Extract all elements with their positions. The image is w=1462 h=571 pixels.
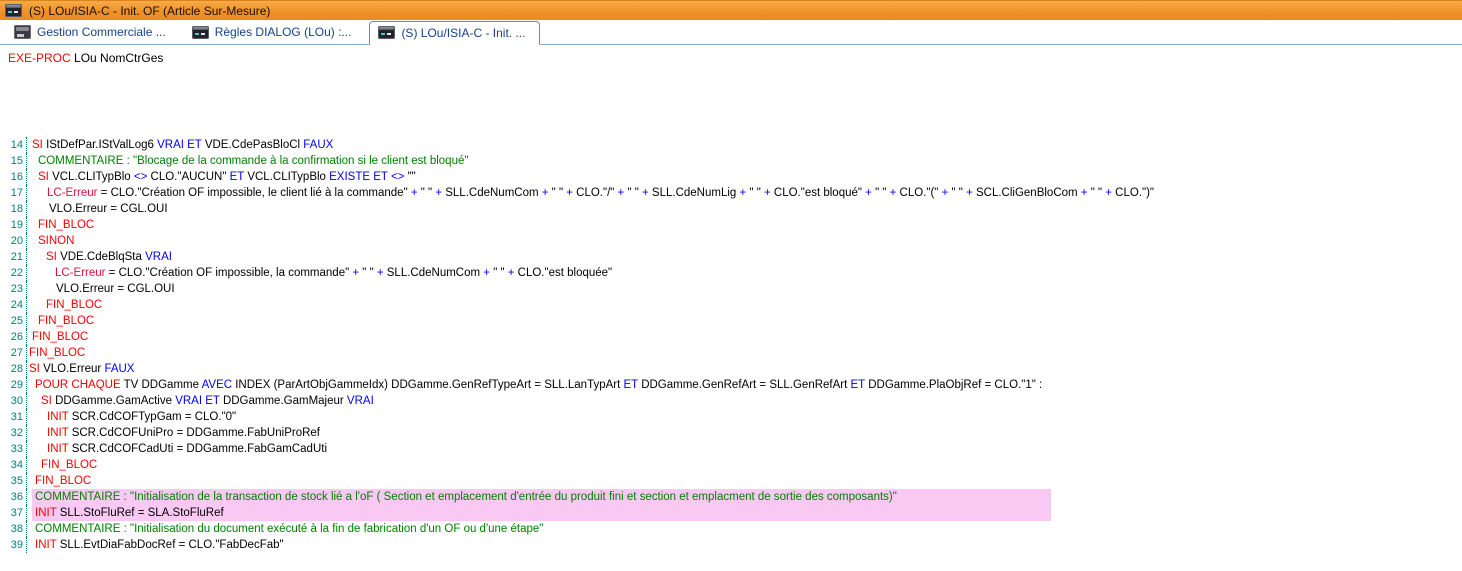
- tab-lou-isia-c-active[interactable]: (S) LOu/ISIA-C - Init. ...: [369, 21, 540, 45]
- code-line-35[interactable]: 35FIN_BLOC: [0, 473, 1462, 489]
- code-line-19[interactable]: 19FIN_BLOC: [0, 217, 1462, 233]
- code-line-26[interactable]: 26FIN_BLOC: [0, 329, 1462, 345]
- code-line-24[interactable]: 24FIN_BLOC: [0, 297, 1462, 313]
- line-number: 29: [0, 377, 27, 393]
- exe-proc-keyword: EXE-PROC: [8, 51, 71, 65]
- code-line-text: SINON: [27, 233, 74, 249]
- code-line-20[interactable]: 20SINON: [0, 233, 1462, 249]
- code-line-30[interactable]: 30SI DDGamme.GamActive VRAI ET DDGamme.G…: [0, 393, 1462, 409]
- procedure-name: LOu NomCtrGes: [71, 51, 164, 65]
- line-number: 28: [0, 361, 27, 377]
- line-number: 33: [0, 441, 27, 457]
- code-line-14[interactable]: 14SI IStDefPar.IStValLog6 VRAI ET VDE.Cd…: [0, 137, 1462, 153]
- line-number: 39: [0, 537, 27, 553]
- code-line-34[interactable]: 34FIN_BLOC: [0, 457, 1462, 473]
- code-line-28[interactable]: 28SI VLO.Erreur FAUX: [0, 361, 1462, 377]
- code-line-text: LC-Erreur = CLO."Création OF impossible,…: [27, 185, 1154, 201]
- line-number: 26: [0, 329, 27, 345]
- code-line-text: COMMENTAIRE : "Blocage de la commande à …: [27, 153, 468, 169]
- tab-bar: Gestion Commerciale ... Règles DIALOG (L…: [0, 20, 1462, 45]
- tab-regles-dialog[interactable]: Règles DIALOG (LOu) :...: [184, 21, 366, 44]
- code-line-text: SI VLO.Erreur FAUX: [27, 361, 134, 377]
- code-lines: 14SI IStDefPar.IStValLog6 VRAI ET VDE.Cd…: [0, 137, 1462, 553]
- line-number: 16: [0, 169, 27, 185]
- code-line-32[interactable]: 32INIT SCR.CdCOFUniPro = DDGamme.FabUniP…: [0, 425, 1462, 441]
- tab-gestion-commerciale[interactable]: Gestion Commerciale ...: [6, 21, 180, 44]
- line-number: 21: [0, 249, 27, 265]
- tab-label: Règles DIALOG (LOu) :...: [215, 25, 352, 39]
- code-line-text: FIN_BLOC: [27, 329, 88, 345]
- code-line-36[interactable]: 36COMMENTAIRE : "Initialisation de la tr…: [0, 489, 1462, 505]
- line-number: 18: [0, 201, 27, 217]
- code-line-15[interactable]: 15COMMENTAIRE : "Blocage de la commande …: [0, 153, 1462, 169]
- code-line-text: FIN_BLOC: [27, 473, 91, 489]
- code-line-21[interactable]: 21SI VDE.CdeBlqSta VRAI: [0, 249, 1462, 265]
- tab-label: (S) LOu/ISIA-C - Init. ...: [401, 26, 525, 40]
- code-editor[interactable]: 14SI IStDefPar.IStValLog6 VRAI ET VDE.Cd…: [0, 137, 1462, 553]
- code-line-33[interactable]: 33INIT SCR.CdCOFCadUti = DDGamme.FabGamC…: [0, 441, 1462, 457]
- code-line-text: INIT SCR.CdCOFCadUti = DDGamme.FabGamCad…: [27, 441, 327, 457]
- code-line-text: INIT SLL.StoFluRef = SLA.StoFluRef: [27, 505, 224, 521]
- code-line-text: FIN_BLOC: [27, 297, 102, 313]
- tab-label: Gestion Commerciale ...: [37, 25, 166, 39]
- code-line-text: LC-Erreur = CLO."Création OF impossible,…: [27, 265, 612, 281]
- window-titlebar[interactable]: (S) LOu/ISIA-C - Init. OF (Article Sur-M…: [0, 0, 1462, 20]
- terminal-icon: [192, 26, 209, 39]
- code-line-text: SI VDE.CdeBlqSta VRAI: [27, 249, 172, 265]
- code-line-text: VLO.Erreur = CGL.OUI: [27, 201, 168, 217]
- code-line-text: FIN_BLOC: [27, 345, 85, 361]
- code-line-22[interactable]: 22LC-Erreur = CLO."Création OF impossibl…: [0, 265, 1462, 281]
- printer-icon: [14, 25, 31, 39]
- line-number: 24: [0, 297, 27, 313]
- code-line-29[interactable]: 29POUR CHAQUE TV DDGamme AVEC INDEX (Par…: [0, 377, 1462, 393]
- line-number: 31: [0, 409, 27, 425]
- line-number: 30: [0, 393, 27, 409]
- line-number: 37: [0, 505, 27, 521]
- code-line-25[interactable]: 25FIN_BLOC: [0, 313, 1462, 329]
- code-line-31[interactable]: 31INIT SCR.CdCOFTypGam = CLO."0": [0, 409, 1462, 425]
- window-title: (S) LOu/ISIA-C - Init. OF (Article Sur-M…: [29, 4, 270, 18]
- code-line-text: FIN_BLOC: [27, 457, 97, 473]
- line-number: 17: [0, 185, 27, 201]
- code-line-text: SI IStDefPar.IStValLog6 VRAI ET VDE.CdeP…: [27, 137, 333, 153]
- line-number: 20: [0, 233, 27, 249]
- code-line-text: INIT SCR.CdCOFTypGam = CLO."0": [27, 409, 236, 425]
- line-number: 22: [0, 265, 27, 281]
- code-line-text: POUR CHAQUE TV DDGamme AVEC INDEX (ParAr…: [27, 377, 1042, 393]
- code-line-37[interactable]: 37INIT SLL.StoFluRef = SLA.StoFluRef: [0, 505, 1462, 521]
- line-number: 27: [0, 345, 27, 361]
- terminal-icon: [5, 4, 22, 17]
- line-number: 35: [0, 473, 27, 489]
- line-number: 38: [0, 521, 27, 537]
- code-line-17[interactable]: 17LC-Erreur = CLO."Création OF impossibl…: [0, 185, 1462, 201]
- line-number: 14: [0, 137, 27, 153]
- code-line-18[interactable]: 18VLO.Erreur = CGL.OUI: [0, 201, 1462, 217]
- code-line-text: VLO.Erreur = CGL.OUI: [27, 281, 175, 297]
- code-line-text: COMMENTAIRE : "Initialisation de la tran…: [27, 489, 897, 505]
- code-line-text: FIN_BLOC: [27, 217, 94, 233]
- line-number: 25: [0, 313, 27, 329]
- code-line-text: COMMENTAIRE : "Initialisation du documen…: [27, 521, 543, 537]
- terminal-icon: [378, 26, 395, 39]
- code-line-text: INIT SCR.CdCOFUniPro = DDGamme.FabUniPro…: [27, 425, 320, 441]
- line-number: 36: [0, 489, 27, 505]
- line-number: 32: [0, 425, 27, 441]
- code-line-39[interactable]: 39INIT SLL.EvtDiaFabDocRef = CLO."FabDec…: [0, 537, 1462, 553]
- code-line-23[interactable]: 23VLO.Erreur = CGL.OUI: [0, 281, 1462, 297]
- code-line-text: INIT SLL.EvtDiaFabDocRef = CLO."FabDecFa…: [27, 537, 284, 553]
- code-line-text: FIN_BLOC: [27, 313, 94, 329]
- line-number: 34: [0, 457, 27, 473]
- procedure-header: EXE-PROC LOu NomCtrGes: [0, 45, 1462, 65]
- code-line-27[interactable]: 27FIN_BLOC: [0, 345, 1462, 361]
- code-line-text: SI DDGamme.GamActive VRAI ET DDGamme.Gam…: [27, 393, 374, 409]
- code-line-text: SI VCL.CLITypBlo <> CLO."AUCUN" ET VCL.C…: [27, 169, 416, 185]
- code-line-38[interactable]: 38COMMENTAIRE : "Initialisation du docum…: [0, 521, 1462, 537]
- code-line-16[interactable]: 16SI VCL.CLITypBlo <> CLO."AUCUN" ET VCL…: [0, 169, 1462, 185]
- line-number: 19: [0, 217, 27, 233]
- line-number: 15: [0, 153, 27, 169]
- line-number: 23: [0, 281, 27, 297]
